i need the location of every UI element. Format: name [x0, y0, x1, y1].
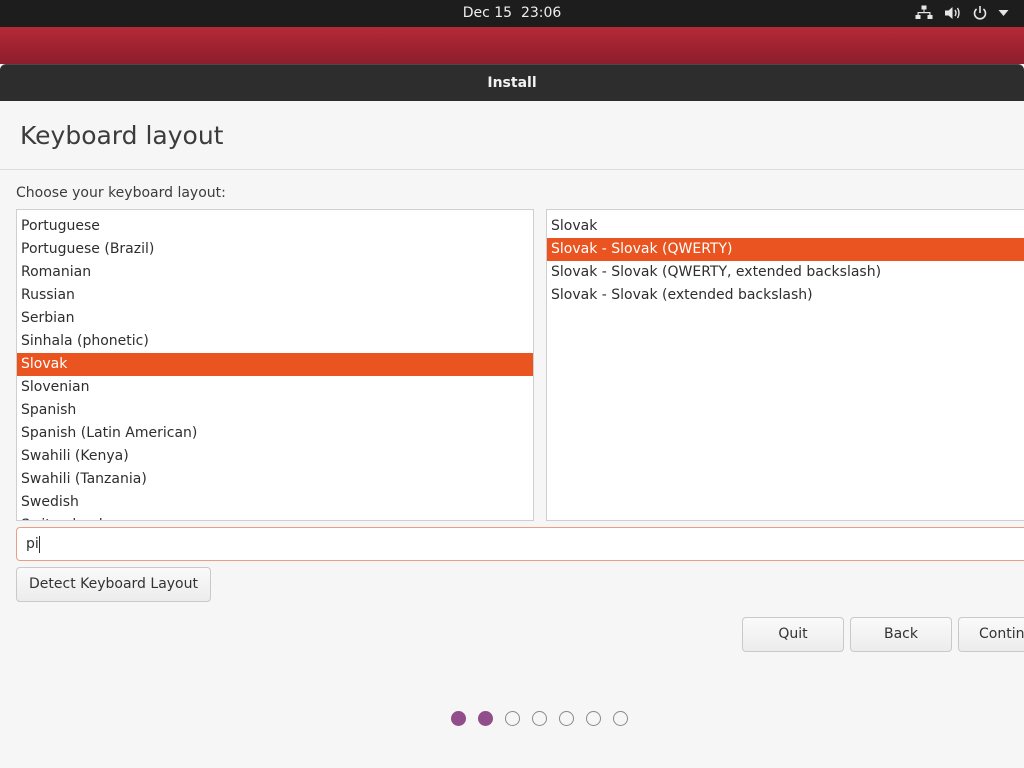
page-title: Keyboard layout	[20, 121, 224, 150]
layout-list-item[interactable]: Switzerland	[17, 514, 533, 520]
progress-dot	[559, 711, 574, 726]
chevron-down-icon[interactable]	[998, 9, 1009, 25]
progress-dot	[586, 711, 601, 726]
progress-dot	[613, 711, 628, 726]
layout-list-item[interactable]: Serbian	[17, 307, 533, 330]
desktop-background	[0, 27, 1024, 65]
detect-keyboard-layout-button[interactable]: Detect Keyboard Layout	[16, 567, 211, 602]
layout-list-item[interactable]: Swahili (Kenya)	[17, 445, 533, 468]
installer-window: Install Keyboard layout Choose your keyb…	[0, 64, 1024, 768]
text-caret	[39, 536, 40, 553]
layout-list-item[interactable]: Swedish	[17, 491, 533, 514]
quit-button[interactable]: Quit	[742, 617, 844, 652]
layout-list-item[interactable]: Spanish (Latin American)	[17, 422, 533, 445]
progress-dot	[451, 711, 466, 726]
layout-list-item[interactable]: Russian	[17, 284, 533, 307]
keyboard-variant-list[interactable]: Slovak Slovak - Slovak (QWERTY) Slovak - S…	[546, 209, 1024, 521]
variant-list-item[interactable]: Slovak - Slovak (extended backslash)	[547, 284, 1024, 307]
volume-icon[interactable]	[944, 5, 962, 21]
window-titlebar[interactable]: Install	[0, 64, 1024, 101]
title-separator	[0, 169, 1024, 170]
choose-layout-label: Choose your keyboard layout:	[16, 185, 226, 201]
power-icon[interactable]	[972, 5, 988, 21]
layout-list-item[interactable]: Spanish	[17, 399, 533, 422]
layout-list-item[interactable]: Slovak	[17, 353, 533, 376]
layout-list-item[interactable]: Swahili (Tanzania)	[17, 468, 533, 491]
variant-list-item[interactable]: Slovak - Slovak (QWERTY, extended backsl…	[547, 261, 1024, 284]
install-progress-dots	[0, 709, 1024, 729]
clock[interactable]: Dec 15 23:06	[0, 0, 1024, 27]
progress-dot	[505, 711, 520, 726]
variant-list-item[interactable]: Slovak	[547, 215, 1024, 238]
keyboard-test-input-value: pi	[26, 536, 39, 552]
layout-list-item[interactable]: Portuguese (Brazil)	[17, 238, 533, 261]
network-icon[interactable]	[915, 5, 933, 21]
continue-button[interactable]: Continue	[958, 617, 1024, 652]
progress-dot	[478, 711, 493, 726]
layout-list-item[interactable]: Slovenian	[17, 376, 533, 399]
keyboard-layout-list[interactable]: Portuguese Portuguese (Brazil) Romanian Rus…	[16, 209, 534, 521]
layout-list-item[interactable]: Sinhala (phonetic)	[17, 330, 533, 353]
top-panel: Dec 15 23:06	[0, 0, 1024, 27]
progress-dot	[532, 711, 547, 726]
layout-list-item[interactable]: Romanian	[17, 261, 533, 284]
variant-list-item[interactable]: Slovak - Slovak (QWERTY)	[547, 238, 1024, 261]
back-button[interactable]: Back	[850, 617, 952, 652]
keyboard-test-input[interactable]: pi	[16, 527, 1024, 561]
window-title: Install	[487, 75, 537, 91]
layout-list-item[interactable]: Portuguese	[17, 215, 533, 238]
